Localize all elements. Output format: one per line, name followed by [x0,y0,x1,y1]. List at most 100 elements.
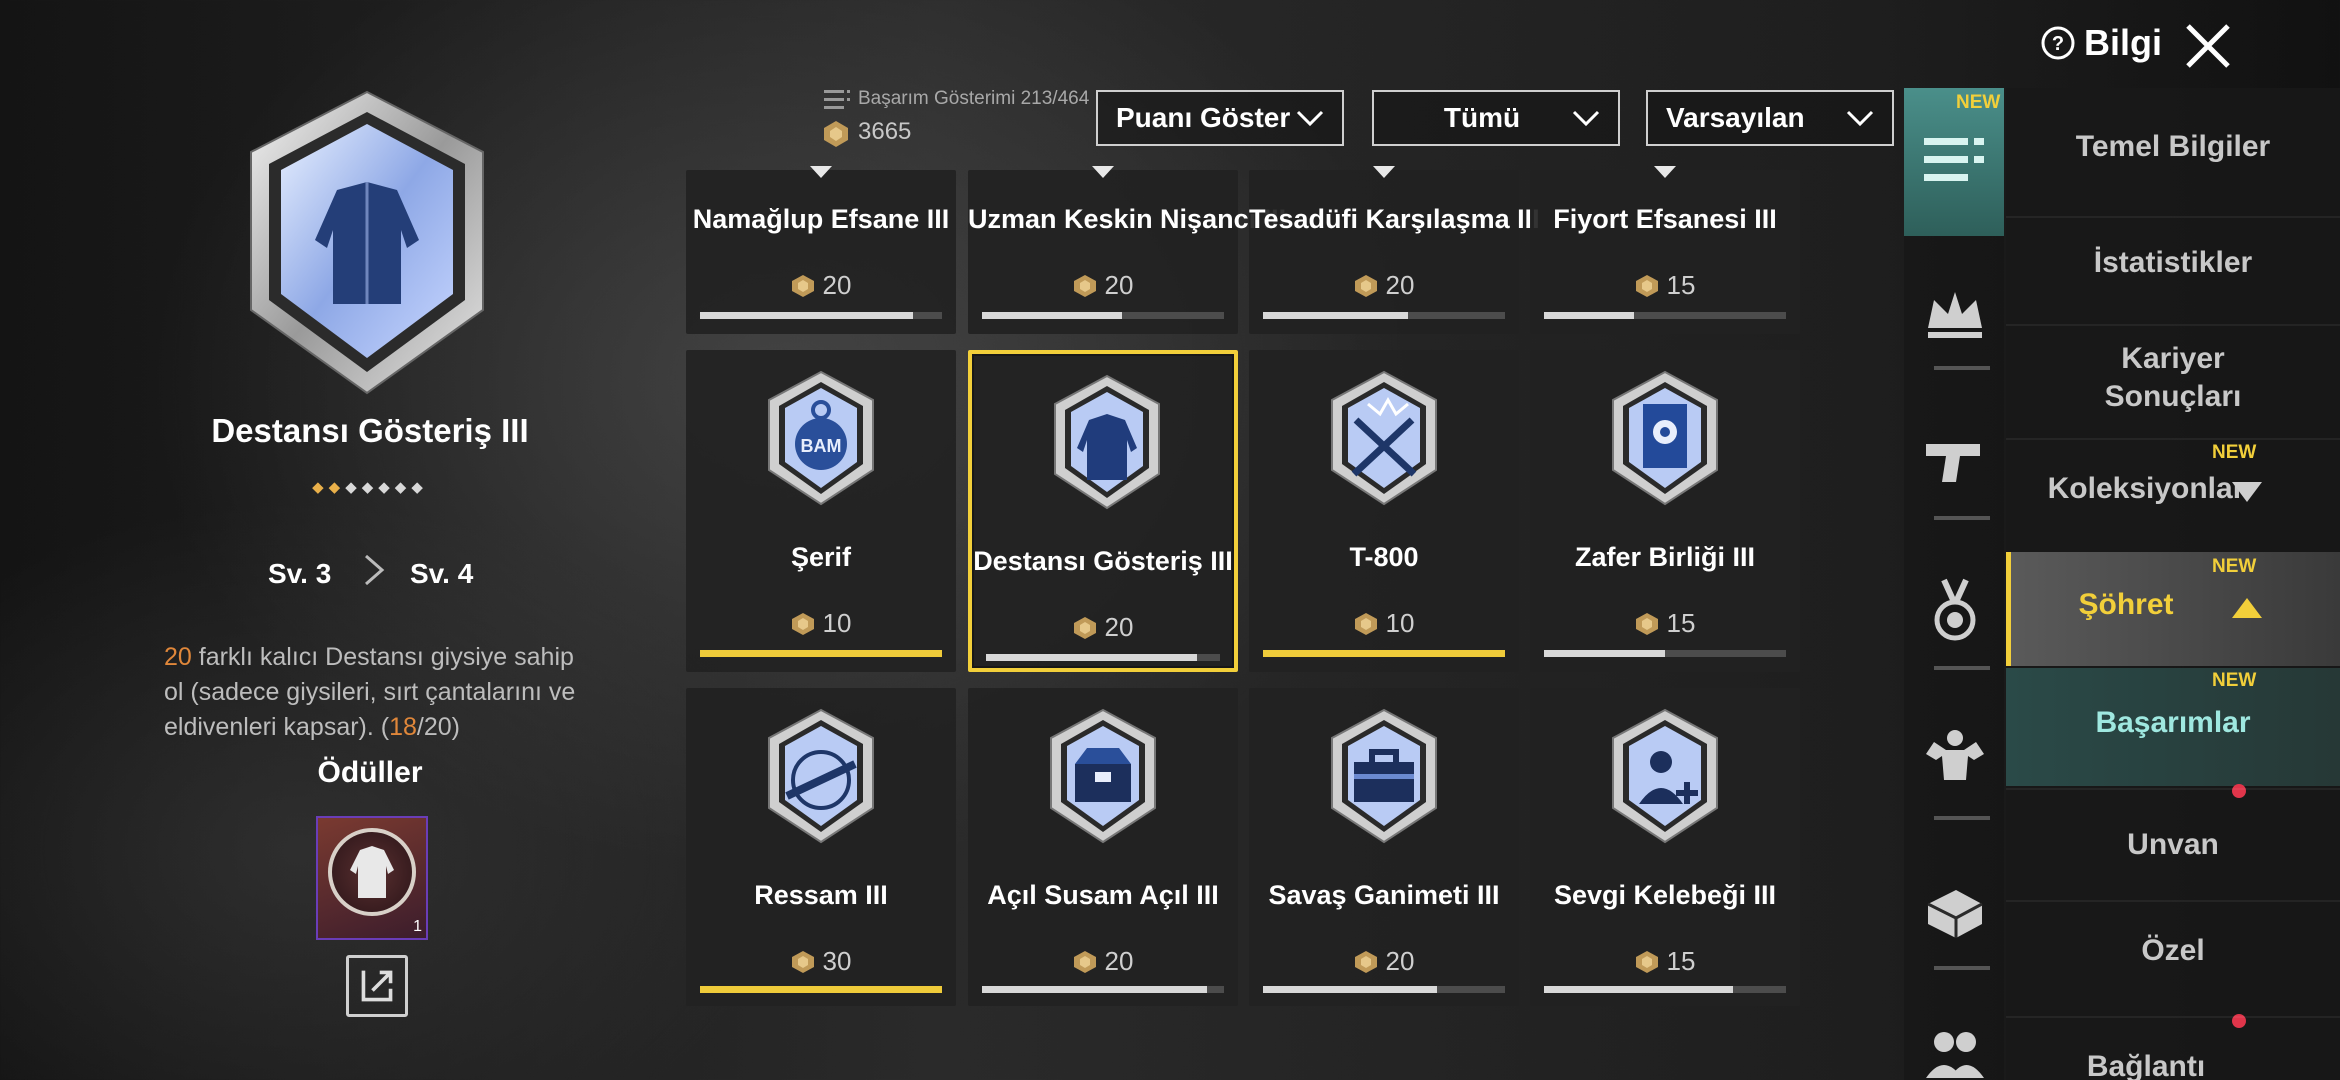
chevron-down-icon [1846,110,1874,127]
medal-icon[interactable] [1920,576,1990,646]
menu-item-fame[interactable]: Şöhret [2026,588,2226,622]
achievement-card[interactable]: Fiyort Efsanesi III 15 [1530,166,1800,334]
crown-icon[interactable] [1920,280,1990,350]
achievement-count: Başarım Gösterimi 213/464 [858,88,1090,109]
achievement-card[interactable]: Namağlup Efsane III 20 [686,166,956,334]
close-icon[interactable] [2180,18,2236,74]
triangle-up-icon[interactable] [2230,596,2264,620]
svg-text:?: ? [2052,33,2064,55]
points-value: 20 [1385,946,1415,976]
achievement-points: 15 [1530,946,1800,977]
triangle-down-icon[interactable] [2230,480,2264,504]
menu-item-statistics[interactable]: İstatistikler [2006,246,2340,280]
progress-current: 18 [389,713,417,741]
achievement-progress-bar [1544,986,1786,993]
muscle-icon[interactable] [1920,724,1990,794]
points-value: 20 [1104,270,1134,300]
progress-fill [982,986,1208,993]
tab-divider [1934,666,1990,670]
achievement-progress-bar [1263,312,1505,319]
progress-fill [1544,650,1665,657]
progress-fill [1263,986,1438,993]
epic-showoff-badge-icon [250,90,484,395]
points-coin-icon [824,121,848,147]
category-tab-bar: NEW [1904,88,2004,1080]
points-value: 15 [1666,946,1696,976]
share-icon[interactable] [346,955,408,1017]
achievement-card[interactable]: Zafer Birliği III 15 [1530,350,1800,672]
current-level: Sv. 3 [268,558,332,589]
tab-divider [1934,366,1990,370]
points-value: 20 [822,270,852,300]
achievement-progress-bar [1544,650,1786,657]
pistol-icon[interactable] [1920,426,1990,496]
list-icon[interactable] [1920,126,1990,196]
tab-divider [1934,516,1990,520]
achievement-card[interactable]: Destansı Gösteriş III 20 [968,350,1238,672]
points-coin-icon [791,612,814,635]
achievement-card[interactable]: Savaş Ganimeti III 20 [1249,688,1519,1006]
achievement-points: 20 [1249,270,1519,301]
dropdown-label: Puanı Göster [1116,102,1291,133]
menu-item-basic-info[interactable]: Temel Bilgiler [2006,130,2340,164]
achievement-card[interactable]: Açıl Susam Açıl III 20 [968,688,1238,1006]
achievement-progress-bar [982,312,1224,319]
chevron-down-icon [1572,110,1600,127]
chest-icon [1050,708,1156,844]
dropdown-label: Varsayılan [1666,102,1805,133]
achievement-progress-bar [700,312,942,319]
chevron-right-icon [365,554,385,586]
achievement-card[interactable]: Ressam III 30 [686,688,956,1006]
crate-icon[interactable] [1920,876,1990,946]
achievement-points: 20 [968,946,1238,977]
points-coin-icon [791,950,814,973]
rifle-target-icon [768,708,874,844]
menu-item-title[interactable]: Unvan [2006,828,2340,862]
points-coin-icon [1635,612,1658,635]
achievement-card[interactable]: BAM Şerif 10 [686,350,956,672]
points-filter-dropdown[interactable]: Puanı Göster [1096,90,1344,146]
question-circle-icon: ? [2041,26,2075,60]
achievement-title: Destansı Gösteriş III [211,412,529,449]
achievement-name: Savaş Ganimeti III [1268,880,1500,910]
achievement-card[interactable]: Tesadüfi Karşılaşma III 20 [1249,166,1540,334]
points-value: 20 [1104,946,1134,976]
points-value: 20 [1104,612,1134,642]
progress-total: /20) [416,713,460,741]
achievement-points: 15 [1530,270,1800,301]
menu-item-achievements[interactable]: Başarımlar [2006,706,2340,740]
achievement-points: 15 [1530,608,1800,639]
progress-fill [1544,986,1733,993]
friends-icon[interactable] [1920,1018,1990,1080]
achievement-card[interactable]: Sevgi Kelebeği III 15 [1530,688,1800,1006]
menu-item-connection[interactable]: Bağlantı [2026,1050,2266,1080]
new-badge: NEW [2212,670,2257,691]
achievement-name: Namağlup Efsane III [692,204,950,234]
menu-item-special[interactable]: Özel [2006,934,2340,968]
achievement-progress-bar [982,986,1224,993]
notification-dot [2232,784,2246,798]
category-filter-dropdown[interactable]: Tümü [1372,90,1620,146]
achievement-progress-bar [1263,986,1505,993]
next-level: Sv. 4 [410,558,474,589]
achievement-progress-bar [1263,650,1505,657]
progress-fill [986,654,1197,661]
add-friend-icon [1612,708,1718,844]
sort-dropdown[interactable]: Varsayılan [1646,90,1894,146]
toolbox-icon [1331,708,1437,844]
points-value: 30 [822,946,852,976]
progress-fill [982,312,1123,319]
reward-item[interactable]: 1 [316,816,428,940]
points-value: 15 [1666,608,1696,638]
achievement-card[interactable]: T-800 10 [1249,350,1519,672]
progress-fill [700,650,942,657]
achievement-points: 10 [1249,608,1519,639]
card-notch-icon [1373,166,1395,178]
achievement-name: Açıl Susam Açıl III [987,880,1219,910]
new-badge: NEW [2212,556,2257,577]
menu-divider [2006,216,2340,218]
help-button[interactable]: ? Bilgi [2040,22,2162,64]
achievement-points: 20 [968,270,1238,301]
achievement-card[interactable]: Uzman Keskin Nişancı III 20 [968,166,1286,334]
menu-item-career-results[interactable]: Kariyer Sonuçları [2006,340,2340,416]
